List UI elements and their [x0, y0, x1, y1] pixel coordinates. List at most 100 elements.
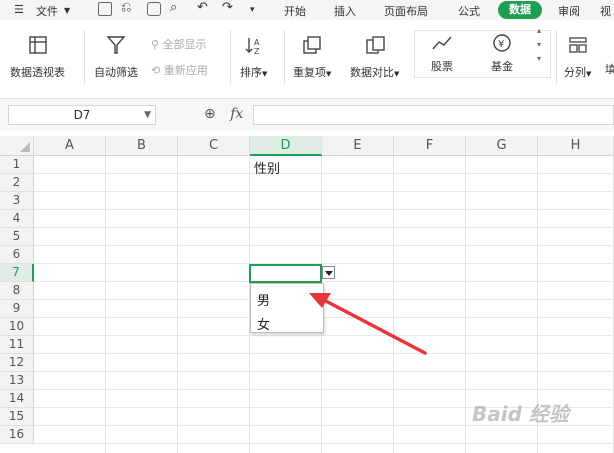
dropdown-option[interactable]: 男	[257, 290, 270, 309]
tab-review[interactable]: 审阅	[558, 3, 580, 19]
row-gridline	[34, 353, 614, 354]
row-gridline	[34, 389, 614, 390]
column-header-e[interactable]: E	[322, 136, 394, 156]
split-column-button[interactable]: 分列▼	[564, 34, 591, 80]
formula-input[interactable]	[253, 105, 614, 125]
name-box[interactable]: D7 ▼	[8, 105, 156, 125]
funds-label: 基金	[491, 60, 513, 73]
column-header-g[interactable]: G	[466, 136, 538, 156]
row-header-1[interactable]: 1	[0, 156, 34, 174]
stocks-icon	[432, 36, 452, 50]
svg-text:A: A	[254, 38, 260, 47]
row-gridline	[34, 191, 614, 192]
row-header-2[interactable]: 2	[0, 174, 34, 192]
print-preview-icon[interactable]: ⌕	[170, 0, 177, 15]
data-type-gallery: 股票 ¥ 基金	[414, 30, 551, 78]
pivot-table-button[interactable]: 数据透视表	[10, 34, 65, 80]
row-header-8[interactable]: 8	[0, 282, 34, 300]
gallery-expand-icon[interactable]: ▾	[537, 52, 541, 66]
tab-page-layout[interactable]: 页面布局	[384, 3, 428, 19]
column-gridline	[393, 156, 394, 453]
split-column-icon	[569, 37, 587, 53]
hamburger-menu-icon[interactable]: ☰	[14, 3, 24, 16]
save-icon[interactable]	[98, 2, 112, 16]
tab-formulas[interactable]: 公式	[458, 3, 480, 19]
chevron-down-icon: ▼	[586, 70, 592, 78]
sort-button[interactable]: A Z 排序▼	[240, 34, 267, 80]
split-column-label: 分列	[564, 66, 586, 79]
row-gridline	[34, 227, 614, 228]
fx-button[interactable]: fx	[230, 106, 243, 122]
select-all-corner[interactable]	[0, 136, 34, 156]
tab-insert[interactable]: 插入	[334, 3, 356, 19]
undo-icon[interactable]: ↶	[197, 0, 208, 15]
row-header-13[interactable]: 13	[0, 372, 34, 390]
duplicates-button[interactable]: 重复项▼	[293, 34, 331, 80]
column-header-h[interactable]: H	[538, 136, 614, 156]
quick-access-more-icon[interactable]: ▾	[250, 5, 255, 15]
show-all-icon: ⚲	[151, 38, 160, 51]
show-all-button[interactable]: ⚲ 全部显示	[151, 36, 207, 52]
chevron-down-icon[interactable]: ▾	[537, 38, 541, 52]
ribbon-divider	[284, 30, 285, 84]
formula-controls: ⊕ fx	[204, 106, 243, 122]
fill-button[interactable]: 填	[605, 34, 614, 77]
column-header-b[interactable]: B	[106, 136, 178, 156]
row-header-4[interactable]: 4	[0, 210, 34, 228]
funds-button[interactable]: ¥ 基金	[491, 33, 513, 74]
column-header-f[interactable]: F	[394, 136, 466, 156]
row-header-16[interactable]: 16	[0, 426, 34, 444]
tab-data[interactable]: 数据	[498, 1, 542, 19]
cell-d1[interactable]: 性别	[254, 158, 280, 177]
select-all-triangle-icon	[20, 142, 30, 152]
row-header-9[interactable]: 9	[0, 300, 34, 318]
column-header-c[interactable]: C	[178, 136, 250, 156]
row-gridline	[34, 443, 614, 444]
row-header-15[interactable]: 15	[0, 408, 34, 426]
data-compare-button[interactable]: 数据对比▼	[350, 34, 399, 80]
sort-icon: A Z	[245, 38, 260, 56]
tab-view[interactable]: 视	[600, 3, 611, 19]
dropdown-arrow-icon[interactable]	[322, 266, 335, 279]
row-gridline	[34, 173, 614, 174]
reapply-button[interactable]: ⟲ 重新应用	[151, 62, 208, 78]
stocks-button[interactable]: 股票	[431, 33, 453, 74]
row-header-7[interactable]: 7	[0, 264, 34, 282]
reapply-label: 重新应用	[163, 64, 208, 77]
row-gridline	[34, 299, 614, 300]
file-menu[interactable]: 文件	[36, 3, 58, 19]
redo-icon[interactable]: ↷	[222, 0, 233, 15]
chevron-down-icon: ▼	[394, 70, 400, 78]
column-gridline	[177, 156, 178, 453]
row-header-14[interactable]: 14	[0, 390, 34, 408]
row-gridline	[34, 317, 614, 318]
column-gridline	[105, 156, 106, 453]
row-header-6[interactable]: 6	[0, 246, 34, 264]
print-icon[interactable]	[147, 2, 161, 16]
tab-home[interactable]: 开始	[284, 3, 306, 19]
column-header-a[interactable]: A	[34, 136, 106, 156]
duplicates-label: 重复项	[293, 66, 326, 79]
row-header-12[interactable]: 12	[0, 354, 34, 372]
format-painter-icon[interactable]: ⎌	[121, 0, 131, 15]
chevron-down-icon[interactable]: ▼	[144, 106, 151, 124]
auto-filter-button[interactable]: 自动筛选	[94, 34, 138, 80]
chevron-up-icon[interactable]: ▴	[537, 24, 541, 38]
column-gridline	[465, 156, 466, 453]
column-header-d[interactable]: D	[250, 136, 322, 156]
row-header-10[interactable]: 10	[0, 318, 34, 336]
dropdown-option[interactable]: 女	[257, 314, 270, 333]
fill-label: 填	[605, 63, 614, 76]
row-header-3[interactable]: 3	[0, 192, 34, 210]
zoom-search-icon[interactable]: ⊕	[204, 106, 216, 122]
active-cell-d7[interactable]	[249, 264, 322, 283]
baidu-jingyan-watermark: Baid 经验	[472, 402, 569, 426]
row-header-11[interactable]: 11	[0, 336, 34, 354]
row-header-5[interactable]: 5	[0, 228, 34, 246]
formula-bar: D7 ▼ ⊕ fx	[0, 99, 614, 131]
data-compare-label: 数据对比	[350, 66, 394, 79]
gallery-scroll[interactable]: ▴ ▾ ▾	[537, 24, 541, 66]
chevron-down-icon[interactable]: ▼	[64, 6, 70, 15]
name-box-value: D7	[73, 108, 91, 122]
filter-icon	[106, 36, 126, 54]
